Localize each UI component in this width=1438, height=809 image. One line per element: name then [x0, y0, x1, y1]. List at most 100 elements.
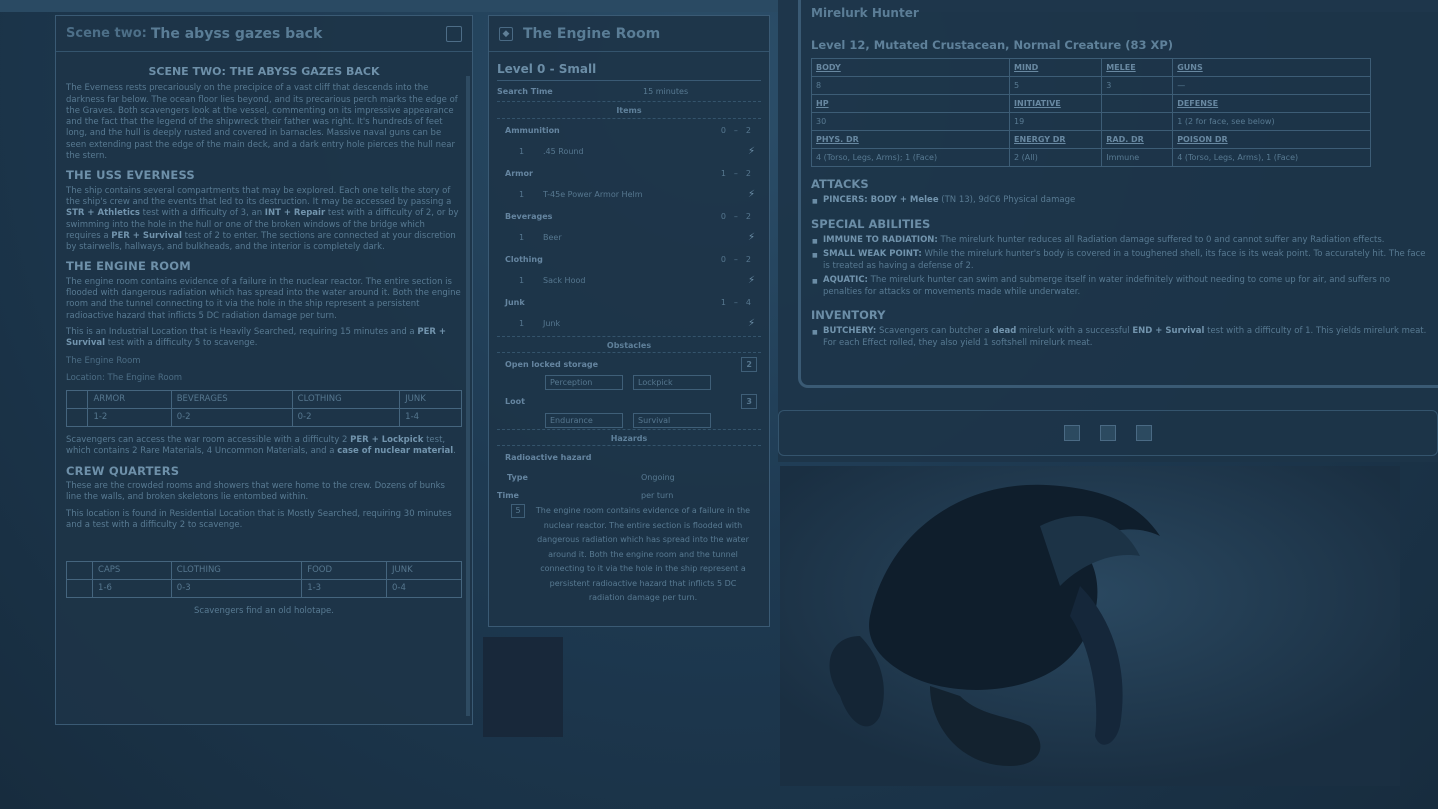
creature-footer [778, 410, 1438, 456]
attack-item[interactable]: PINCERS: BODY + Melee (TN 13), 9dC6 Phys… [812, 195, 1428, 207]
stat-value: — [1172, 76, 1371, 95]
stat-value: 2 (All) [1009, 148, 1103, 167]
edit-icon[interactable] [446, 25, 462, 42]
stat-value: Immune [1101, 148, 1174, 167]
engine-room-window: ◆ The Engine Room Level 0 - Small Search… [488, 15, 770, 627]
hazard-name: Radioactive hazard [505, 452, 592, 462]
search-time-row: Search Time 15 minutes [497, 81, 761, 102]
category-clothing: Clothing 0–2 [497, 248, 761, 270]
creature-level: Level 12, Mutated Crustacean, Normal Cre… [811, 38, 1174, 52]
table-cell [65, 561, 94, 581]
item-qty: 1 [519, 147, 525, 156]
category-beverages: Beverages 0–2 [497, 205, 761, 227]
scene-title: SCENE TWO: THE ABYSS GAZES BACK [148, 65, 380, 78]
hazard-damage[interactable]: 5 [511, 504, 525, 518]
open-locked-row: Open locked storage 2 [497, 353, 761, 375]
hazard-time-row: Time per turn [497, 486, 761, 504]
type-label: Type [507, 472, 528, 482]
table-cell: ARMOR [87, 390, 172, 410]
creature-artwork [780, 466, 1400, 786]
engine-link[interactable]: The Engine Room [66, 356, 462, 367]
category-label: Clothing [505, 254, 543, 264]
roll-bolt-icon[interactable]: ⚡ [748, 275, 755, 286]
category-range: 0–2 [720, 125, 751, 135]
engine-location-paragraph: This is an Industrial Location that is H… [66, 326, 447, 349]
category-range: 1–2 [720, 168, 751, 178]
category-label: Armor [505, 168, 533, 178]
heading-engine: THE ENGINE ROOM [66, 259, 191, 274]
engine-after-paragraph: Scavengers can access the war room acces… [66, 435, 456, 457]
category-ammunition: Ammunition 0–2 [497, 119, 761, 141]
stat-value: 19 [1009, 112, 1103, 131]
next-page-button[interactable] [1136, 425, 1152, 441]
table-cell: 1-6 [92, 579, 172, 599]
canvas-edge [483, 637, 563, 737]
table-cell: 1-2 [87, 408, 172, 428]
table-cell: 0-4 [386, 579, 462, 599]
endurance-field[interactable]: Endurance [545, 413, 623, 428]
creature-name: Mirelurk Hunter [811, 6, 919, 20]
open-locked-skills: Perception Lockpick [497, 375, 761, 390]
table-cell [65, 408, 89, 428]
ability-item: IMMUNE TO RADIATION: The mirelurk hunter… [812, 235, 1428, 247]
search-time-label: Search Time [497, 86, 553, 96]
roll-bolt-icon[interactable]: ⚡ [748, 146, 755, 157]
lockpick-field[interactable]: Lockpick [633, 375, 711, 390]
category-armor: Armor 1–2 [497, 162, 761, 184]
roll-bolt-icon[interactable]: ⚡ [748, 189, 755, 200]
table-cell [65, 579, 94, 599]
item-row[interactable]: 1 Beer ⚡ [497, 227, 761, 248]
loot-row: Loot 3 [497, 389, 761, 413]
table-cell: JUNK [386, 561, 462, 581]
journal-scrollbar[interactable] [466, 76, 470, 716]
loot-difficulty[interactable]: 3 [741, 393, 757, 409]
mirelurk-illustration [780, 466, 1400, 786]
intro-paragraph: The Everness rests precariously on the p… [66, 83, 458, 162]
table-cell: 0-2 [170, 408, 293, 428]
roll-bolt-icon[interactable]: ⚡ [748, 318, 755, 329]
obstacles-section: Obstacles [497, 336, 761, 353]
item-row[interactable]: 1 Sack Hood ⚡ [497, 270, 761, 291]
prev-page-button[interactable] [1064, 425, 1080, 441]
inventory-heading: INVENTORY [811, 308, 886, 322]
heading-uss: THE USS EVERNESS [66, 168, 195, 183]
item-qty: 1 [519, 190, 525, 199]
item-name: Beer [543, 233, 562, 242]
search-time-value[interactable]: 15 minutes [643, 87, 688, 96]
engine-content: Level 0 - Small Search Time 15 minutes I… [489, 52, 769, 616]
table-cell [65, 390, 89, 410]
table-cell: 0-3 [170, 579, 303, 599]
journal-content: SCENE TWO: THE ABYSS GAZES BACK The Ever… [56, 52, 472, 633]
location-icon: ◆ [499, 26, 513, 41]
item-qty: 1 [519, 233, 525, 242]
perception-field[interactable]: Perception [545, 375, 623, 390]
stat-header: RAD. DR [1101, 130, 1174, 149]
item-row[interactable]: 1 Junk ⚡ [497, 313, 761, 334]
category-label: Beverages [505, 211, 553, 221]
open-locked-difficulty[interactable]: 2 [741, 356, 757, 372]
stat-value: 1 (2 for face, see below) [1172, 112, 1371, 131]
token-button[interactable] [1100, 425, 1116, 441]
item-row[interactable]: 1 T-45e Power Armor Helm ⚡ [497, 184, 761, 205]
heading-crew: CREW QUARTERS [66, 463, 180, 478]
item-name: Junk [543, 319, 561, 328]
roll-bolt-icon[interactable]: ⚡ [748, 232, 755, 243]
engine-loot-table: ARMOR BEVERAGES CLOTHING JUNK 1-2 0-2 0-… [65, 390, 462, 428]
table-cell: CAPS [92, 561, 172, 581]
table-cell: CLOTHING [170, 561, 303, 581]
item-name: .45 Round [543, 147, 584, 156]
stat-value: 30 [810, 112, 1011, 131]
survival-field[interactable]: Survival [633, 413, 711, 428]
item-name: T-45e Power Armor Helm [543, 190, 643, 199]
attacks-heading: ATTACKS [811, 177, 869, 191]
category-range: 1–4 [720, 297, 751, 307]
creature-sheet: Mirelurk Hunter Level 12, Mutated Crusta… [798, 0, 1438, 388]
creature-window: Mirelurk Hunter Level 12, Mutated Crusta… [778, 0, 1438, 462]
table-cell: BEVERAGES [170, 390, 293, 410]
crew-location-paragraph: This location is found in Residential Lo… [66, 508, 452, 530]
category-label: Junk [505, 297, 525, 307]
item-row[interactable]: 1 .45 Round ⚡ [497, 141, 761, 162]
table-cell: 1-3 [301, 579, 387, 599]
journal-window: Scene two: The abyss gazes back SCENE TW… [55, 15, 473, 725]
engine-location-link[interactable]: Location: The Engine Room [66, 373, 462, 384]
